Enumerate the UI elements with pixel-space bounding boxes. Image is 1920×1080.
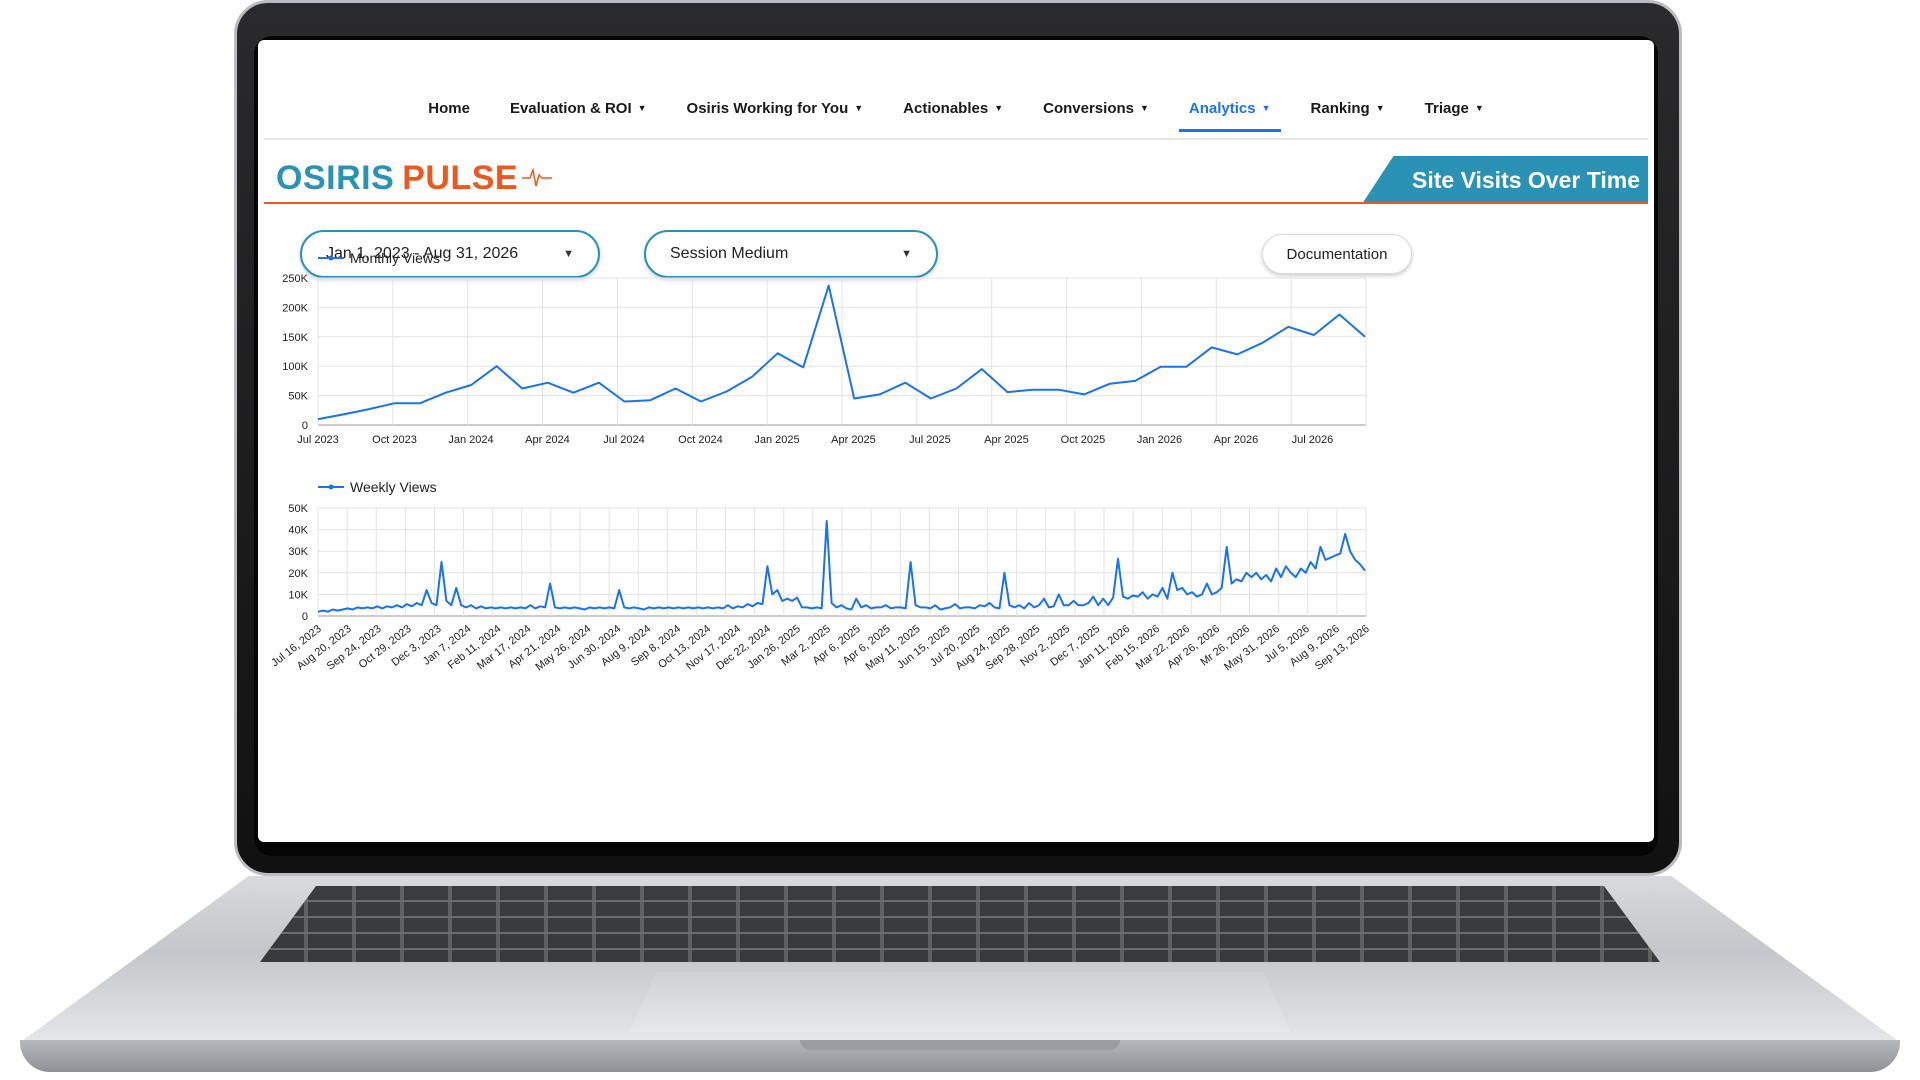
weekly-y-tick-label: 10K bbox=[288, 589, 308, 601]
monthly-x-tick-label: Jan 2026 bbox=[1137, 434, 1182, 446]
monthly-y-tick-label: 250K bbox=[282, 273, 308, 285]
monthly-x-tick-label: Jul 2026 bbox=[1292, 434, 1334, 446]
monthly-x-tick-label: Oct 2023 bbox=[372, 434, 417, 446]
laptop-trackpad bbox=[630, 972, 1290, 1032]
charts-canvas: 0 50K 100K 150K 200K 250K Jul 2023 Oct 2023 Jan … bbox=[269, 250, 1372, 673]
monthly-x-tick-label: Jul 2025 bbox=[909, 434, 951, 446]
monthly-x-tick-label: Apr 2026 bbox=[1214, 434, 1259, 446]
weekly-y-tick-label: 0 bbox=[302, 611, 308, 623]
monthly-y-tick-label: 100K bbox=[282, 361, 308, 373]
weekly-legend-marker bbox=[328, 484, 334, 490]
weekly-y-tick-label: 50K bbox=[288, 503, 308, 515]
monthly-y-tick-label: 150K bbox=[282, 332, 308, 344]
monthly-x-tick-label: Jul 2024 bbox=[603, 434, 645, 446]
monthly-y-tick-label: 0 bbox=[302, 420, 308, 432]
monthly-x-tick-label: Oct 2024 bbox=[678, 434, 723, 446]
monthly-x-tick-label: Jul 2023 bbox=[297, 434, 339, 446]
monthly-y-tick-label: 200K bbox=[282, 302, 308, 314]
monthly-x-tick-label: Oct 2025 bbox=[1061, 434, 1106, 446]
monthly-x-tick-label: Jan 2025 bbox=[754, 434, 799, 446]
laptop-notch bbox=[800, 1040, 1120, 1050]
laptop-screen: Home Evaluation & ROI ▼ Osiris Working fo… bbox=[258, 40, 1654, 842]
monthly-x-tick-label: Apr 2025 bbox=[984, 434, 1029, 446]
laptop-keyboard-rows bbox=[260, 886, 1660, 962]
monthly-legend-marker bbox=[328, 255, 334, 261]
weekly-y-tick-label: 40K bbox=[288, 525, 308, 537]
weekly-legend-label: Weekly Views bbox=[350, 479, 437, 495]
monthly-legend-label: Monthly Views bbox=[350, 250, 440, 266]
weekly-y-tick-label: 30K bbox=[288, 546, 308, 558]
monthly-x-tick-label: Jan 2024 bbox=[448, 434, 493, 446]
monthly-x-tick-label: Apr 2024 bbox=[525, 434, 570, 446]
monthly-x-tick-label: Apr 2025 bbox=[831, 434, 876, 446]
monthly-y-tick-label: 50K bbox=[288, 391, 308, 403]
weekly-y-tick-label: 20K bbox=[288, 568, 308, 580]
